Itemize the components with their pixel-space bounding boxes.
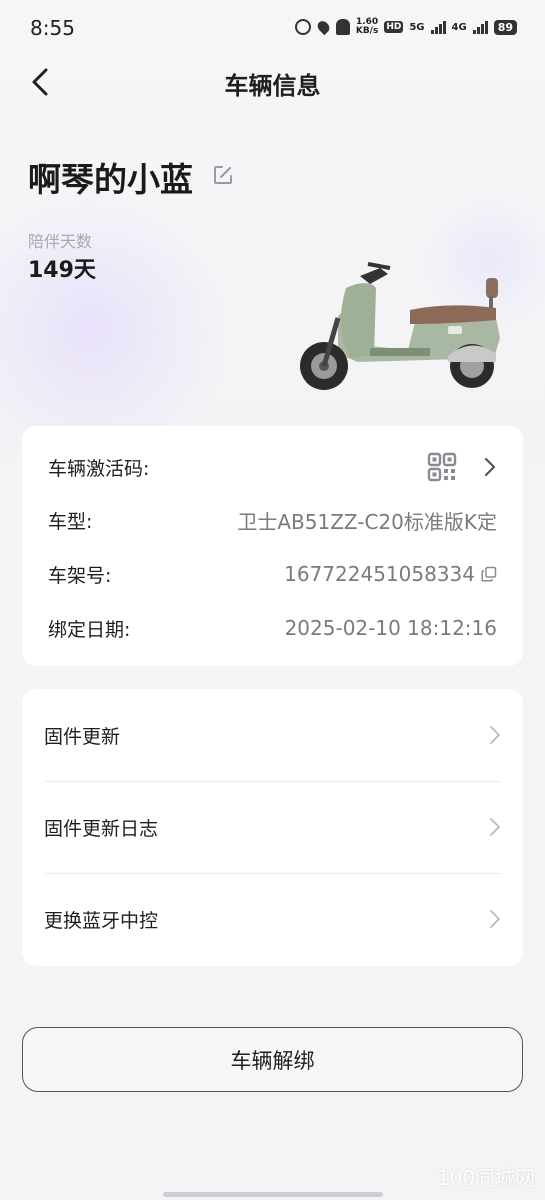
days-value: 149天 — [28, 258, 96, 283]
bind-date-label: 绑定日期: — [48, 618, 131, 641]
net-4g-label: 4G — [451, 21, 467, 33]
frame-number-row: 车架号: 167722451058334 — [48, 557, 497, 591]
model-row: 车型: 卫士AB51ZZ-C20标准版K定 — [48, 503, 497, 537]
frame-number-text: 167722451058334 — [284, 562, 475, 586]
activation-code-value — [427, 452, 497, 482]
chevron-right-icon — [490, 726, 500, 744]
model-label: 车型: — [48, 510, 93, 533]
speedometer-icon — [294, 19, 311, 35]
bind-date-row: 绑定日期: 2025-02-10 18:12:16 — [48, 611, 497, 645]
qr-code-icon[interactable] — [427, 452, 457, 482]
menu-item-firmware-update[interactable]: 固件更新 — [44, 689, 501, 781]
chevron-right-icon — [484, 457, 496, 477]
vehicle-name: 啊琴的小蓝 — [28, 160, 193, 199]
bind-date-value: 2025-02-10 18:12:16 — [284, 616, 497, 640]
vehicle-info-card: 车辆激活码: 车型: 卫士AB51ZZ-C20标准版K定 车架号: 167722… — [22, 426, 523, 666]
net-speed: 1.60 KB/s — [356, 18, 378, 36]
scooter-image — [300, 262, 500, 390]
status-icons: 1.60 KB/s HD 5G 4G 89 — [294, 18, 517, 36]
net-speed-unit: KB/s — [355, 26, 379, 36]
copy-icon[interactable] — [481, 566, 497, 582]
chevron-right-icon — [490, 818, 500, 836]
hd-badge: HD — [384, 21, 404, 33]
status-time: 8:55 — [30, 16, 75, 40]
page-title: 车辆信息 — [224, 72, 321, 100]
signal-4g-icon — [472, 20, 488, 34]
menu-item-replace-bluetooth[interactable]: 更换蓝牙中控 — [44, 873, 501, 965]
activation-code-label: 车辆激活码: — [48, 457, 150, 480]
location-icon — [315, 18, 332, 36]
menu-item-label: 固件更新日志 — [44, 817, 159, 840]
days-label: 陪伴天数 — [28, 232, 93, 251]
menu-card: 固件更新 固件更新日志 更换蓝牙中控 — [22, 689, 523, 966]
unbind-vehicle-button[interactable]: 车辆解绑 — [22, 1027, 523, 1092]
watermark: 100同城网 — [436, 1166, 535, 1190]
activation-code-row[interactable]: 车辆激活码: — [48, 450, 497, 484]
home-indicator[interactable] — [163, 1192, 383, 1197]
frame-number-label: 车架号: — [48, 564, 112, 587]
net-5g-label: 5G — [409, 21, 425, 33]
menu-item-label: 固件更新 — [44, 725, 121, 748]
battery-indicator: 89 — [493, 19, 517, 35]
model-value: 卫士AB51ZZ-C20标准版K定 — [237, 509, 497, 534]
menu-item-firmware-log[interactable]: 固件更新日志 — [44, 781, 501, 873]
edit-icon[interactable] — [211, 163, 235, 187]
menu-item-label: 更换蓝牙中控 — [44, 909, 159, 932]
signal-5g-icon — [430, 20, 446, 34]
frame-number-value: 167722451058334 — [284, 562, 497, 586]
bell-off-icon — [335, 19, 350, 35]
status-bar: 8:55 1.60 KB/s HD 5G 4G 89 — [0, 0, 545, 58]
chevron-right-icon — [490, 910, 500, 928]
